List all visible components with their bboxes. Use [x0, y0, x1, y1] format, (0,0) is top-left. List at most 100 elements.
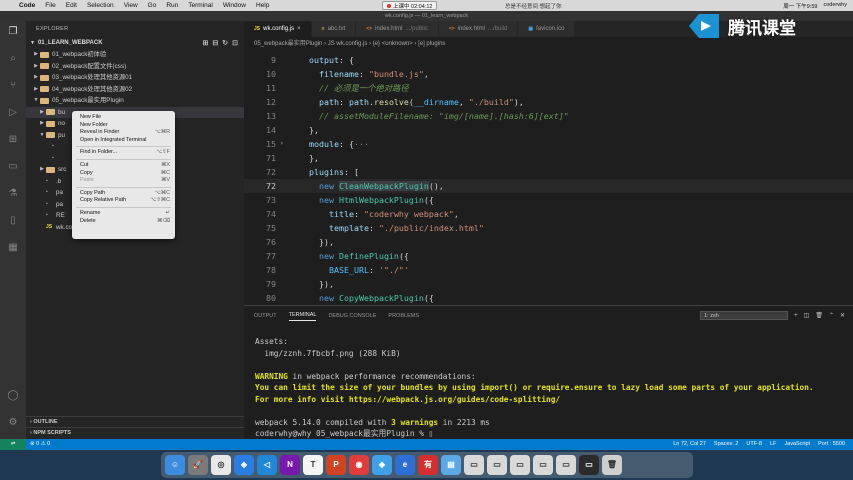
editor-tab[interactable]: ≡ abc.txt — [311, 21, 357, 37]
project-root[interactable]: ▼ 01_LEARN_WEBPACK ⊞ ⊟ ↻ ⊡ — [26, 38, 244, 49]
collapse-all-icon[interactable]: ⊡ — [232, 38, 238, 49]
indentation[interactable]: Spaces: 2 — [714, 439, 738, 450]
tree-item[interactable]: ▼ 05_webpack最实用Plugin — [26, 95, 244, 107]
context-menu-item[interactable]: Copy Relative Path ⌥⇧⌘C — [72, 197, 175, 205]
context-menu-item[interactable]: Open in Integrated Terminal — [72, 137, 175, 145]
code-line[interactable]: 79 }), — [244, 277, 853, 291]
live-server-port[interactable]: Port : 5500 — [818, 439, 845, 450]
language-mode[interactable]: JavaScript — [784, 439, 810, 450]
code-line[interactable]: 80 new CopyWebpackPlugin({ — [244, 291, 853, 305]
window-1-icon[interactable]: ▭ — [464, 455, 484, 475]
new-folder-icon[interactable]: ⊟ — [212, 38, 218, 49]
trash-icon[interactable]: 🗑 — [602, 455, 622, 475]
context-menu-item[interactable]: New File — [72, 114, 175, 122]
close-tab-icon[interactable]: × — [297, 21, 301, 37]
app-ie-icon[interactable]: e — [395, 455, 415, 475]
docker-icon[interactable]: ▦ — [7, 242, 19, 254]
context-menu-item[interactable]: Delete ⌘⌫ — [72, 218, 175, 226]
window-5-icon[interactable]: ▭ — [556, 455, 576, 475]
code-line[interactable]: 72 new CleanWebpackPlugin(), — [244, 179, 853, 193]
code-line[interactable]: 12 path: path.resolve(__dirname, "./buil… — [244, 95, 853, 109]
testing-icon[interactable]: ⚗ — [7, 188, 19, 200]
outline-section[interactable]: › OUTLINE — [26, 416, 244, 427]
code-line[interactable]: 71 }, — [244, 151, 853, 165]
powerpoint-icon[interactable]: P — [326, 455, 346, 475]
extensions-icon[interactable]: ⊞ — [7, 134, 19, 146]
context-menu-item[interactable]: Reveal in Finder ⌥⌘R — [72, 129, 175, 137]
menubar-user[interactable]: coderwhy — [823, 2, 847, 10]
app-blue-icon[interactable]: ◆ — [372, 455, 392, 475]
tree-item[interactable]: ▶ 02_webpack配置文件(css) — [26, 61, 244, 73]
chrome-icon[interactable]: ◎ — [211, 455, 231, 475]
menubar-clock[interactable]: 周一 下午9:59 — [783, 2, 817, 10]
tree-item[interactable]: ▶ 04_webpack处理其他资源02 — [26, 84, 244, 96]
menu-window[interactable]: Window — [218, 2, 251, 9]
launchpad-icon[interactable]: 🚀 — [188, 455, 208, 475]
menu-file[interactable]: File — [40, 2, 60, 9]
cursor-position[interactable]: Ln 72, Col 27 — [673, 439, 706, 450]
run-debug-icon[interactable]: ▷ — [7, 107, 19, 119]
refresh-icon[interactable]: ↻ — [222, 38, 228, 49]
code-line[interactable]: 73 new HtmlWebpackPlugin({ — [244, 193, 853, 207]
editor-tab[interactable]: <> index.html .../build — [438, 21, 519, 37]
npm-scripts-section[interactable]: › NPM SCRIPTS — [26, 427, 244, 438]
remote-icon[interactable]: ⇌ — [0, 439, 26, 450]
app-red-icon[interactable]: 有 — [418, 455, 438, 475]
code-line[interactable]: 13 // assetModuleFilename: "img/[name].[… — [244, 109, 853, 123]
context-menu-item[interactable]: Copy Path ⌥⌘C — [72, 190, 175, 198]
end-of-line[interactable]: LF — [770, 439, 776, 450]
trash-icon[interactable]: 🗑 — [815, 312, 823, 319]
problems-count[interactable]: ⊗ 0 ⚠ 0 — [30, 439, 50, 450]
remote-explorer-icon[interactable]: ▭ — [7, 161, 19, 173]
source-control-icon[interactable]: ⑂ — [7, 80, 19, 92]
code-line[interactable]: 74 title: "coderwhy webpack", — [244, 207, 853, 221]
menu-app[interactable]: Code — [14, 2, 40, 9]
code-line[interactable]: 9 output: { — [244, 53, 853, 67]
finder-icon[interactable]: ☺ — [165, 455, 185, 475]
menu-selection[interactable]: Selection — [82, 2, 119, 9]
menu-terminal[interactable]: Terminal — [183, 2, 218, 9]
code-line[interactable]: 10 filename: "bundle.js", — [244, 67, 853, 81]
account-icon[interactable]: ◯ — [7, 390, 19, 402]
menu-view[interactable]: View — [119, 2, 143, 9]
vscode-icon[interactable]: ◁ — [257, 455, 277, 475]
panel-tab[interactable]: PROBLEMS — [388, 313, 419, 319]
encoding[interactable]: UTF-8 — [746, 439, 762, 450]
window-2-icon[interactable]: ▭ — [487, 455, 507, 475]
gear-icon[interactable]: ⚙ — [7, 417, 19, 429]
context-menu-item[interactable]: New Folder — [72, 122, 175, 130]
maximize-panel-icon[interactable]: ⌃ — [829, 312, 834, 319]
code-editor[interactable]: 9 output: {10 filename: "bundle.js", 11 /… — [244, 51, 853, 305]
panel-tab[interactable]: TERMINAL — [288, 312, 317, 321]
terminal-icon[interactable]: ▭ — [579, 455, 599, 475]
onenote-icon[interactable]: N — [280, 455, 300, 475]
terminal-output[interactable]: Assets: img/zznh.7fbcbf.png (288 KiB) WA… — [255, 336, 814, 440]
window-4-icon[interactable]: ▭ — [533, 455, 553, 475]
menu-run[interactable]: Run — [161, 2, 183, 9]
new-file-icon[interactable]: ⊞ — [203, 38, 209, 49]
window-3-icon[interactable]: ▭ — [510, 455, 530, 475]
editor-tab[interactable]: ▣ favicon.ico — [518, 21, 576, 37]
recording-indicator[interactable]: 上课中 02:04:12 — [382, 1, 438, 10]
typora-icon[interactable]: T — [303, 455, 323, 475]
fold-chevron-icon[interactable]: › — [280, 137, 284, 151]
menu-help[interactable]: Help — [251, 2, 274, 9]
explorer-icon[interactable]: ❐ — [7, 26, 19, 38]
code-line[interactable]: 72 plugins: [ — [244, 165, 853, 179]
code-line[interactable]: 15 › module: {··· — [244, 137, 853, 151]
context-menu-item[interactable]: Cut ⌘X — [72, 162, 175, 170]
tree-item[interactable]: ▶ 01_webpack初体验 — [26, 49, 244, 61]
tree-item[interactable]: ▶ 03_webpack处理其他资源01 — [26, 72, 244, 84]
split-terminal-icon[interactable]: ◫ — [804, 312, 810, 319]
code-line[interactable]: 11 // 必须是一个绝对路径 — [244, 81, 853, 95]
context-menu-item[interactable]: Find in Folder... ⌥⇧F — [72, 149, 175, 157]
code-line[interactable]: 77 new DefinePlugin({ — [244, 249, 853, 263]
bookmarks-icon[interactable]: ▯ — [7, 215, 19, 227]
code-line[interactable]: 14 }, — [244, 123, 853, 137]
editor-tab[interactable]: <> index.html .../public — [356, 21, 439, 37]
panel-tab[interactable]: DEBUG CONSOLE — [328, 313, 376, 319]
code-line[interactable]: 75 template: "./public/index.html" — [244, 221, 853, 235]
netease-music-icon[interactable]: ◉ — [349, 455, 369, 475]
panel-tab[interactable]: OUTPUT — [254, 313, 277, 319]
code-line[interactable]: 78 BASE_URL: '"./"' — [244, 263, 853, 277]
